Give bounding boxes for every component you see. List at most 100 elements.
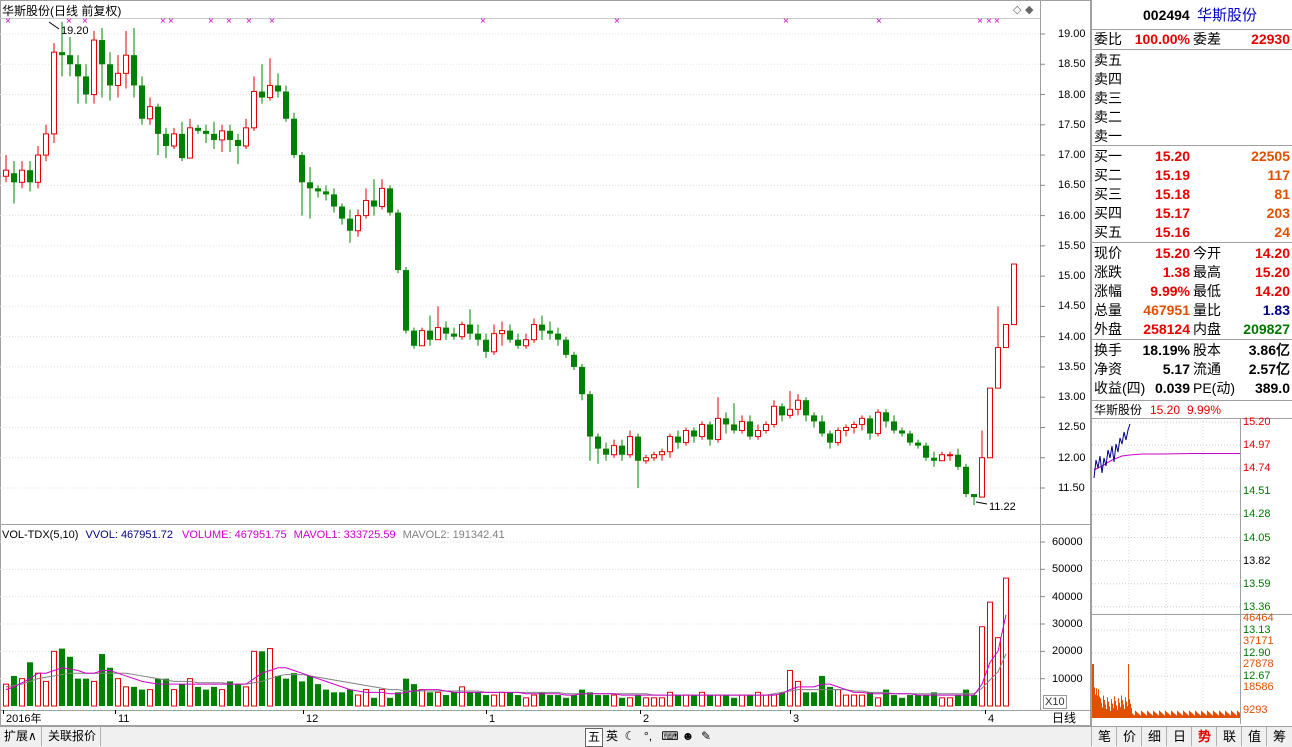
- quote-row: 现价 15.20 今开 14.20: [1092, 244, 1292, 263]
- candle-up: [523, 339, 529, 347]
- volume-axis-label: 20000: [1052, 645, 1083, 658]
- volume-bar-down: [891, 695, 897, 706]
- ime-english-icon[interactable]: 英: [605, 728, 619, 745]
- volume-bar-up: [51, 650, 57, 707]
- indicator-vvol: VVOL: 467951.72: [85, 529, 173, 541]
- volume-bar-down: [227, 681, 233, 706]
- period-label[interactable]: 日线: [1052, 711, 1076, 725]
- volume-bar-up: [219, 689, 225, 707]
- volume-bar-up: [459, 686, 465, 707]
- quote-label2: 最高: [1193, 264, 1221, 280]
- event-marker: ×: [160, 16, 166, 27]
- candle-down: [315, 188, 321, 192]
- volume-bar-down: [595, 695, 601, 706]
- volume-bar-down: [579, 689, 585, 706]
- volume-bar-down: [203, 689, 209, 706]
- volume-bar-down: [299, 681, 305, 706]
- right-tab-6[interactable]: 值: [1241, 727, 1267, 746]
- volume-bar-down: [347, 689, 353, 706]
- volume-bar-up: [843, 694, 849, 707]
- mini-price-label: 13.82: [1243, 554, 1271, 567]
- mini-vol-label: 37171: [1243, 635, 1274, 647]
- quote-value2: 14.20: [1254, 245, 1290, 261]
- wrench-icon[interactable]: ✎: [699, 728, 713, 745]
- date-label: 11: [118, 713, 130, 725]
- volume-bar-down: [931, 692, 937, 706]
- quote-value: 1.38: [1162, 264, 1190, 280]
- event-marker: ×: [480, 16, 486, 27]
- volume-bar-up: [795, 680, 801, 707]
- volume-bar-down: [963, 689, 969, 706]
- volume-bar-down: [339, 692, 345, 706]
- sell-row: 卖三: [1092, 89, 1292, 108]
- candle-down: [155, 106, 161, 134]
- keyboard-icon[interactable]: ⌨: [661, 728, 679, 745]
- mini-price-label: 14.97: [1243, 439, 1271, 452]
- candle-down: [555, 333, 561, 340]
- quote-value: 9.99%: [1150, 283, 1190, 299]
- right-tab-7[interactable]: 筹: [1266, 727, 1292, 746]
- candle-up: [499, 330, 505, 335]
- quote-row: 涨幅 9.99% 最低 14.20: [1092, 282, 1292, 301]
- mini-pct: 9.99%: [1187, 403, 1222, 417]
- candle-down: [299, 155, 305, 183]
- volume-bar-down: [179, 684, 185, 706]
- volume-bar-down: [723, 695, 729, 706]
- candle-up: [1003, 324, 1009, 349]
- quote-label: 涨幅: [1094, 283, 1122, 299]
- candle-up: [123, 54, 129, 74]
- right-tab-5[interactable]: 联: [1216, 727, 1242, 746]
- ime-wubi-icon[interactable]: 五: [585, 728, 603, 747]
- right-tab-0[interactable]: 笔: [1091, 727, 1117, 746]
- diamond-filled-icon[interactable]: ◆: [1025, 3, 1033, 17]
- volume-group: [3, 577, 1009, 707]
- candle-down: [955, 454, 961, 467]
- mini-vol-label: 27878: [1243, 658, 1274, 670]
- candle-up: [771, 405, 777, 425]
- price-axis-label: 12.00: [1058, 451, 1086, 464]
- date-label: 4: [988, 713, 995, 725]
- volume-bar-up: [1003, 577, 1009, 707]
- diamond-icon[interactable]: ◇: [1013, 3, 1021, 17]
- volume-axis-label: 40000: [1052, 590, 1083, 603]
- volume-bar-down: [99, 654, 105, 706]
- stock-name: 华斯股份: [1197, 7, 1258, 24]
- expand-button[interactable]: 扩展∧: [0, 727, 42, 746]
- candle-down: [891, 421, 897, 431]
- buy-row: 买三 15.18 81: [1092, 185, 1292, 204]
- volume-bar-down: [387, 697, 393, 706]
- punctuation-icon[interactable]: °,: [641, 728, 655, 745]
- user-icon[interactable]: ☻: [681, 728, 695, 745]
- candle-down: [339, 206, 345, 219]
- moon-icon[interactable]: ☾: [623, 728, 637, 745]
- kline-chart-canvas[interactable]: × × × × × × × × × × × × × × × ×: [0, 0, 1091, 726]
- sell-label: 卖二: [1094, 109, 1122, 125]
- candle-down: [451, 333, 457, 337]
- volume-bar-down: [395, 692, 401, 706]
- volume-bar-up: [147, 689, 153, 707]
- event-marker: ×: [246, 16, 252, 27]
- price-axis-label: 14.50: [1058, 300, 1086, 313]
- candle-down: [395, 212, 401, 271]
- volume-bar-down: [811, 692, 817, 706]
- right-tab-3[interactable]: 日: [1166, 727, 1192, 746]
- right-tab-2[interactable]: 细: [1141, 727, 1167, 746]
- indicator-name[interactable]: VOL-TDX(5,10): [2, 529, 78, 541]
- candle-up: [459, 324, 465, 338]
- volume-bar-up: [499, 691, 505, 707]
- candle-down: [211, 133, 217, 140]
- related-quote-button[interactable]: 关联报价: [44, 727, 102, 746]
- candle-up: [979, 457, 985, 498]
- buy-price: 15.18: [1154, 186, 1190, 202]
- right-tab-4[interactable]: 势: [1191, 727, 1217, 746]
- fund-row: 净资 5.17 流通 2.57亿: [1092, 360, 1292, 379]
- buy-label: 买三: [1094, 186, 1122, 202]
- volume-unit-label: X10: [1043, 695, 1067, 709]
- right-tab-1[interactable]: 价: [1116, 727, 1142, 746]
- candle-up: [35, 154, 41, 183]
- quote-label2: 量比: [1193, 302, 1221, 318]
- buy-label: 买一: [1094, 148, 1122, 164]
- sell-label: 卖一: [1094, 128, 1122, 144]
- quote-label: 现价: [1094, 245, 1122, 261]
- chart-title: 华斯股份(日线 前复权): [2, 4, 122, 18]
